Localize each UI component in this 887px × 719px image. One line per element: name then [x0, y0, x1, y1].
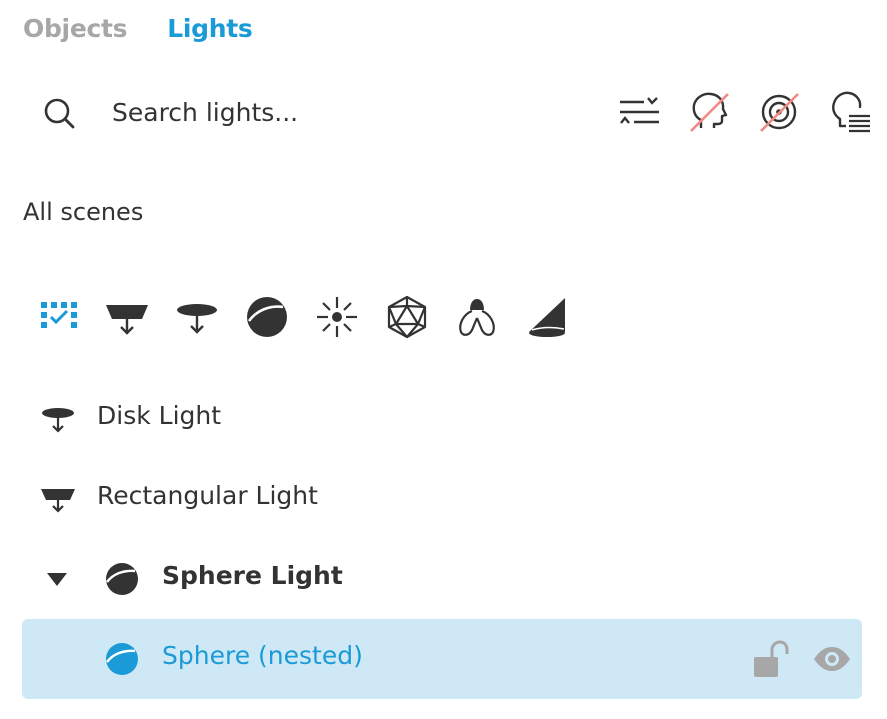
sphere-light-icon: [106, 563, 138, 595]
disk-light-icon[interactable]: [174, 294, 220, 340]
spot-light-icon[interactable]: [524, 294, 570, 340]
tab-lights[interactable]: Lights: [167, 14, 253, 43]
hide-disabled-lights-icon[interactable]: [687, 90, 731, 134]
search-bar: [0, 84, 887, 140]
point-light-icon[interactable]: [314, 294, 360, 340]
search-input[interactable]: [112, 92, 492, 132]
list-item-rectangular-light[interactable]: Rectangular Light: [22, 463, 862, 535]
sphere-light-icon[interactable]: [244, 294, 290, 340]
list-item-sphere-nested[interactable]: Sphere (nested): [22, 619, 862, 699]
list-item-sphere-light[interactable]: Sphere Light: [22, 543, 862, 615]
disk-light-icon: [42, 408, 74, 433]
rectangular-light-icon[interactable]: [104, 294, 150, 340]
rectangular-light-icon: [41, 489, 75, 513]
tab-objects[interactable]: Objects: [23, 14, 128, 43]
sphere-light-icon: [106, 643, 138, 675]
list-item-label: Sphere Light: [162, 561, 343, 590]
list-item-disk-light[interactable]: Disk Light: [22, 383, 862, 455]
unlock-icon[interactable]: [750, 639, 790, 679]
search-icon: [44, 98, 75, 129]
tab-bar: Objects Lights: [23, 10, 253, 46]
list-item-label: Rectangular Light: [97, 481, 318, 510]
list-item-label: Disk Light: [97, 401, 222, 430]
all-types-icon[interactable]: [37, 294, 83, 340]
light-list-icon[interactable]: [827, 90, 871, 134]
chevron-down-icon[interactable]: [46, 571, 68, 587]
hide-invisible-lights-icon[interactable]: [757, 90, 801, 134]
filter-sort-icon[interactable]: [617, 90, 661, 134]
ies-light-icon[interactable]: [454, 294, 500, 340]
list-item-label: Sphere (nested): [162, 641, 363, 670]
light-type-filter-bar: [0, 290, 887, 344]
mesh-light-icon[interactable]: [384, 294, 430, 340]
eye-icon[interactable]: [812, 639, 852, 679]
scene-selector[interactable]: All scenes: [23, 198, 143, 226]
